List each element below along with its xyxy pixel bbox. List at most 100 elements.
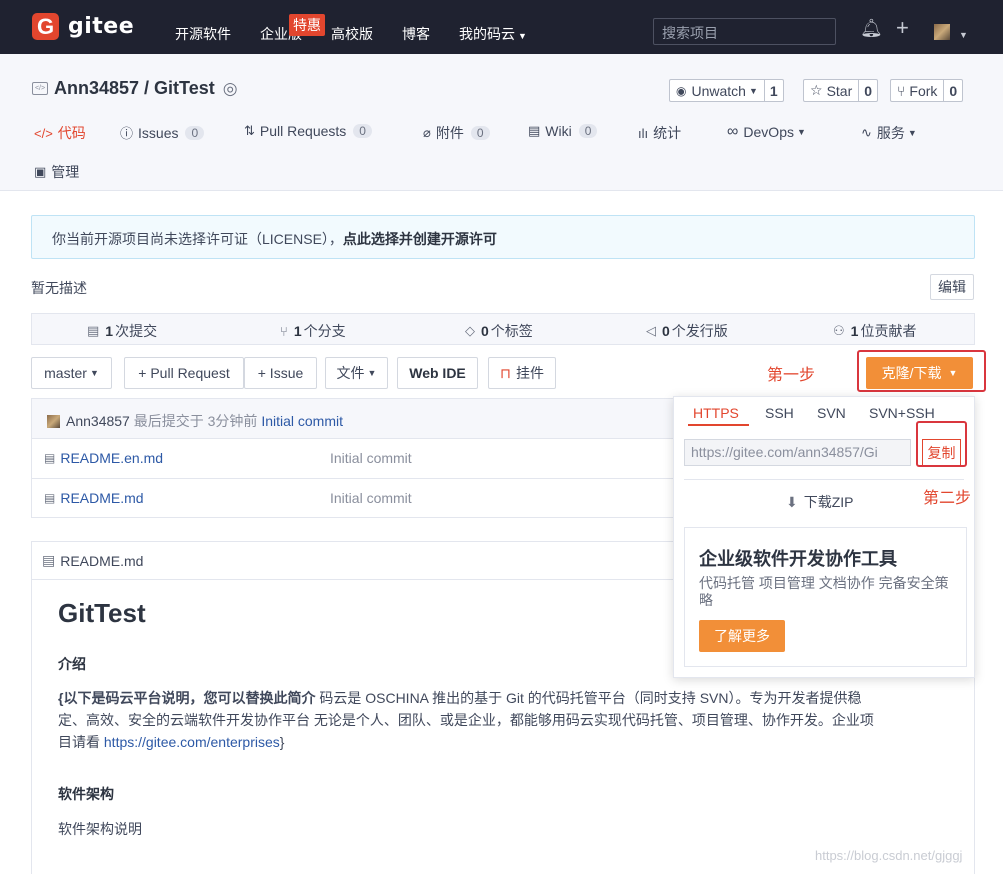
tab-attachments-label: 附件: [435, 125, 464, 141]
file-icon: ▤: [42, 552, 56, 568]
edit-description-button[interactable]: 编辑: [930, 274, 974, 300]
step1-highlight-box: [857, 350, 986, 392]
file-menu-label: 文件: [336, 365, 365, 381]
fork-label: Fork: [909, 82, 938, 99]
badge-icon[interactable]: ◎: [223, 79, 238, 99]
branch-name: master: [44, 365, 87, 381]
web-ide-button[interactable]: Web IDE: [397, 357, 478, 389]
readme-title: GitTest: [58, 598, 146, 628]
stat-commits[interactable]: ▤ 1 次提交: [87, 321, 157, 341]
file-name[interactable]: README.en.md: [60, 450, 163, 466]
tab-wiki[interactable]: ▤ Wiki 0: [528, 123, 598, 139]
star-count: 0: [858, 80, 877, 101]
tab-svn-ssh[interactable]: SVN+SSH: [869, 405, 935, 421]
branch-select[interactable]: master ▼: [31, 357, 112, 389]
stat-branches[interactable]: ⑂ 1 个分支: [280, 321, 346, 341]
download-zip-button[interactable]: ⬇ 下载ZIP: [786, 492, 854, 512]
fork-button[interactable]: ⑂ Fork 0: [890, 79, 964, 102]
readme-intro-close: }: [279, 734, 285, 750]
bell-icon[interactable]: 🔔︎: [860, 18, 883, 39]
issue-icon: ⓘ: [120, 126, 134, 141]
stat-contributors[interactable]: ⚇ 1 位贡献者: [833, 321, 916, 341]
tab-services-label: 服务: [876, 125, 905, 141]
branch-icon: ⑂: [280, 323, 288, 339]
tab-ssh[interactable]: SSH: [765, 405, 794, 421]
repo-name[interactable]: Ann34857 / GitTest: [54, 78, 215, 99]
logo-text: gitee: [68, 14, 135, 39]
file-icon: ▤: [44, 491, 56, 505]
logo-mark: G: [32, 13, 59, 40]
tab-stats[interactable]: ılı 统计: [638, 123, 681, 143]
chevron-down-icon: ▼: [796, 127, 806, 137]
commit-icon: ▤: [87, 323, 100, 338]
clone-url-input[interactable]: https://gitee.com/ann34857/Gi: [684, 439, 911, 466]
readme-intro-bold: {以下是码云平台说明，您可以替换此简介: [58, 690, 316, 706]
commit-author[interactable]: Ann34857: [66, 413, 130, 429]
gitee-logo[interactable]: G gitee: [32, 13, 134, 40]
license-notice: 你当前开源项目尚未选择许可证（LICENSE），点此选择并创建开源许可: [31, 215, 975, 259]
tab-code[interactable]: </> 代码: [34, 123, 86, 143]
license-link[interactable]: 点此选择并创建开源许可: [343, 231, 497, 247]
tab-pr-label: Pull Requests: [259, 123, 347, 139]
widget-button[interactable]: ⊓ 挂件: [488, 357, 556, 389]
license-text: 你当前开源项目尚未选择许可证（LICENSE），: [52, 231, 343, 247]
enterprise-promo: 企业级软件开发协作工具 代码托管 项目管理 文档协作 完备安全策略 了解更多: [684, 527, 967, 667]
manage-icon: ▣: [34, 164, 47, 179]
tab-issues[interactable]: ⓘ Issues 0: [120, 123, 205, 142]
pr-count: 0: [353, 124, 372, 138]
tab-pull-requests[interactable]: ⇅ Pull Requests 0: [244, 123, 372, 139]
readme-intro-line1: 码云是 OSCHINA 推出的基于 Git 的代码托管平台（同时支持 SVN）。…: [315, 690, 862, 706]
file-commit-message[interactable]: Initial commit: [330, 490, 412, 506]
releases-count: 0: [662, 323, 670, 339]
tab-devops[interactable]: ∞ DevOps ▼: [727, 123, 806, 141]
file-name[interactable]: README.md: [60, 490, 143, 506]
learn-more-button[interactable]: 了解更多: [699, 620, 785, 652]
tab-services[interactable]: ∿ 服务 ▼: [861, 123, 917, 143]
chevron-down-icon: ▼: [959, 30, 968, 40]
plus-icon[interactable]: +: [896, 15, 909, 41]
nav-education[interactable]: 高校版: [331, 24, 373, 44]
tab-attachments[interactable]: ⌀ 附件 0: [423, 123, 490, 143]
user-avatar-menu[interactable]: ▼: [934, 22, 968, 43]
commits-label: 次提交: [115, 323, 158, 339]
tag-icon: ◇: [465, 323, 475, 338]
release-icon: ◁: [646, 323, 656, 338]
file-icon: ▤: [44, 451, 56, 465]
watermark: https://blog.csdn.net/gjggj: [815, 848, 963, 863]
tab-manage[interactable]: ▣ 管理: [34, 162, 79, 182]
nav-my-gitee[interactable]: 我的码云 ▼: [459, 24, 527, 44]
repo-stats-bar: ▤ 1 次提交 ⑂ 1 个分支 ◇ 0 个标签 ◁ 0 个发行版 ⚇ 1 位贡献者: [31, 313, 975, 345]
commit-message[interactable]: Initial commit: [261, 413, 343, 429]
contributors-label: 位贡献者: [860, 323, 917, 339]
nav-blog[interactable]: 博客: [402, 24, 430, 44]
tab-code-label: 代码: [57, 125, 86, 141]
watch-count: 1: [763, 80, 783, 101]
stat-tags[interactable]: ◇ 0 个标签: [465, 321, 533, 341]
tab-svn[interactable]: SVN: [817, 405, 846, 421]
download-icon: ⬇: [786, 493, 798, 510]
fork-icon: ⑂: [897, 82, 906, 99]
star-button[interactable]: ☆ Star 0: [803, 79, 879, 102]
stat-releases[interactable]: ◁ 0 个发行版: [646, 321, 728, 341]
hot-badge: 特惠: [289, 14, 325, 36]
step2-annotation: 第二步: [923, 490, 972, 507]
file-menu-button[interactable]: 文件 ▼: [325, 357, 388, 389]
branches-count: 1: [293, 323, 302, 339]
infinity-icon: ∞: [727, 123, 739, 140]
promo-title: 企业级软件开发协作工具: [699, 549, 897, 569]
readme-intro-line3: 目请看: [58, 734, 104, 750]
tab-stats-label: 统计: [653, 125, 682, 141]
file-commit-message[interactable]: Initial commit: [330, 450, 412, 466]
tab-https[interactable]: HTTPS: [693, 405, 739, 421]
divider: [684, 479, 964, 480]
search-input[interactable]: 搜索项目: [653, 18, 836, 45]
new-issue-button[interactable]: + Issue: [244, 357, 317, 389]
new-pull-request-button[interactable]: + Pull Request: [124, 357, 244, 389]
chevron-down-icon: ▼: [518, 31, 527, 41]
unwatch-button[interactable]: ◉ Unwatch ▼ 1: [669, 79, 784, 102]
book-icon: ▤: [528, 123, 541, 138]
enterprise-link[interactable]: https://gitee.com/enterprises: [104, 734, 280, 750]
readme-arch-heading: 软件架构: [58, 786, 114, 802]
nav-open-source[interactable]: 开源软件: [175, 24, 231, 44]
tab-wiki-label: Wiki: [545, 123, 572, 139]
